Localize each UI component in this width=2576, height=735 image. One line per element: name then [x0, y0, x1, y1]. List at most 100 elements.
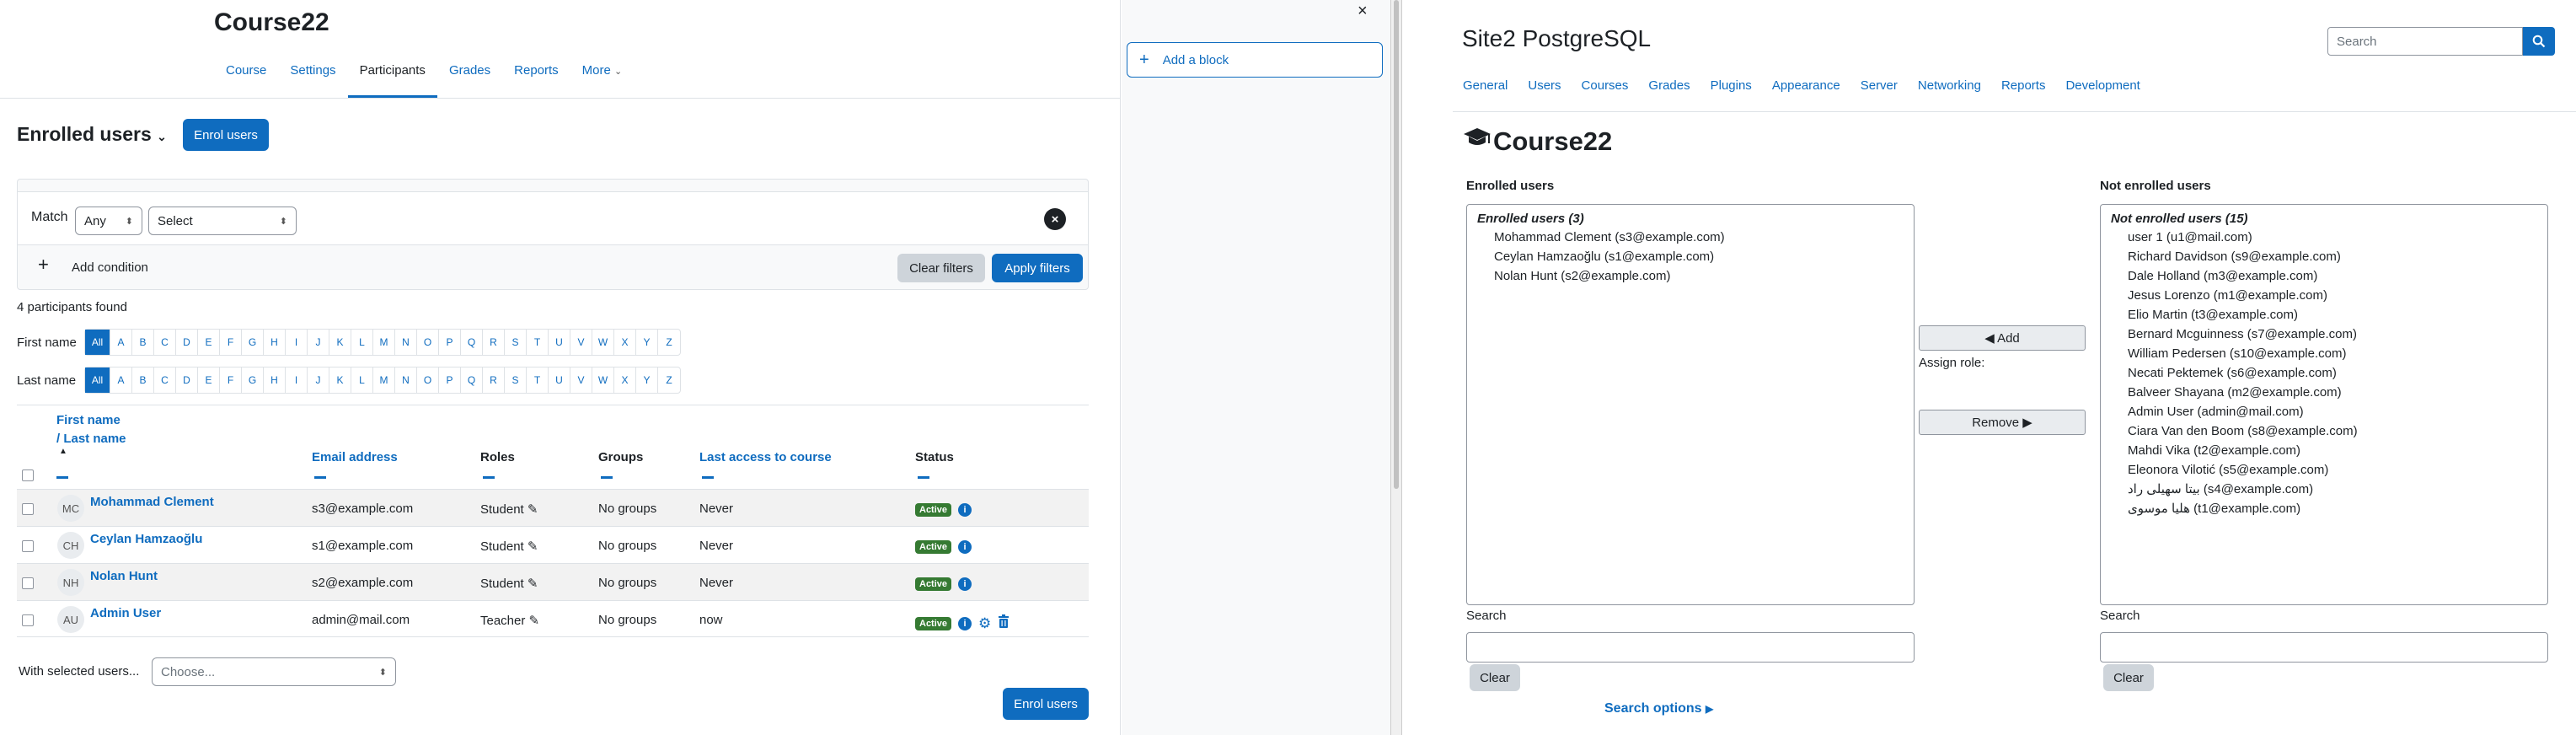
- info-icon[interactable]: i: [958, 616, 972, 630]
- first-initial-letter[interactable]: R: [483, 330, 505, 355]
- list-item[interactable]: Ceylan Hamzaoğlu (s1@example.com): [1477, 247, 1904, 266]
- last-initial-letter[interactable]: F: [220, 368, 242, 393]
- close-drawer-icon[interactable]: ×: [1358, 2, 1368, 21]
- tab-settings[interactable]: Settings: [278, 59, 347, 98]
- first-initial-letter[interactable]: L: [351, 330, 373, 355]
- info-icon[interactable]: i: [958, 577, 972, 591]
- last-initial-letter[interactable]: W: [592, 368, 614, 393]
- list-item[interactable]: Elio Martin (t3@example.com): [2111, 305, 2537, 325]
- first-initial-all[interactable]: All: [85, 330, 110, 355]
- first-initial-letter[interactable]: I: [286, 330, 308, 355]
- last-initial-letter[interactable]: C: [154, 368, 176, 393]
- first-initial-letter[interactable]: X: [614, 330, 636, 355]
- list-item[interactable]: Mohammad Clement (s3@example.com): [1477, 228, 1904, 247]
- last-initial-letter[interactable]: T: [527, 368, 549, 393]
- collapse-column-icon[interactable]: [483, 476, 495, 479]
- last-initial-letter[interactable]: Q: [461, 368, 483, 393]
- first-initial-letter[interactable]: S: [505, 330, 527, 355]
- tab-networking[interactable]: Networking: [1908, 74, 1991, 111]
- last-initial-letter[interactable]: O: [417, 368, 439, 393]
- first-initial-letter[interactable]: N: [395, 330, 417, 355]
- last-initial-letter[interactable]: B: [132, 368, 154, 393]
- list-item[interactable]: Richard Davidson (s9@example.com): [2111, 247, 2537, 266]
- user-name-link[interactable]: Mohammad Clement: [90, 495, 214, 509]
- first-initial-letter[interactable]: Y: [636, 330, 658, 355]
- enrolled-users-list[interactable]: Enrolled users (3) Mohammad Clement (s3@…: [1466, 204, 1915, 605]
- list-item[interactable]: بیتا سهیلی راد (s4@example.com): [2111, 480, 2537, 499]
- user-name-link[interactable]: Admin User: [90, 606, 161, 620]
- last-initial-letter[interactable]: M: [373, 368, 395, 393]
- enrol-users-button[interactable]: Enrol users: [183, 119, 269, 151]
- list-item[interactable]: user 1 (u1@mail.com): [2111, 228, 2537, 247]
- clear-filters-button[interactable]: Clear filters: [897, 254, 985, 282]
- first-initial-letter[interactable]: K: [329, 330, 351, 355]
- list-item[interactable]: Eleonora Vilotić (s5@example.com): [2111, 460, 2537, 480]
- last-initial-letter[interactable]: D: [176, 368, 198, 393]
- tab-reports[interactable]: Reports: [1991, 74, 2056, 111]
- tab-grades[interactable]: Grades: [437, 59, 502, 98]
- enrolled-clear-button[interactable]: Clear: [1470, 664, 1520, 691]
- first-initial-letter[interactable]: U: [549, 330, 570, 355]
- last-initial-letter[interactable]: N: [395, 368, 417, 393]
- column-last-name[interactable]: / Last name: [56, 432, 126, 446]
- last-initial-letter[interactable]: U: [549, 368, 570, 393]
- first-initial-letter[interactable]: M: [373, 330, 395, 355]
- last-initial-letter[interactable]: E: [198, 368, 220, 393]
- first-initial-letter[interactable]: G: [242, 330, 264, 355]
- first-initial-letter[interactable]: H: [264, 330, 286, 355]
- enrol-users-bottom-button[interactable]: Enrol users: [1003, 688, 1089, 720]
- row-checkbox[interactable]: [22, 614, 34, 626]
- tab-grades[interactable]: Grades: [1638, 74, 1700, 111]
- last-initial-letter[interactable]: H: [264, 368, 286, 393]
- info-icon[interactable]: i: [958, 540, 972, 554]
- add-block-button[interactable]: + Add a block: [1127, 42, 1383, 78]
- enrolled-users-heading[interactable]: Enrolled users ⌄: [17, 123, 167, 146]
- last-initial-letter[interactable]: L: [351, 368, 373, 393]
- list-item[interactable]: Ciara Van den Boom (s8@example.com): [2111, 421, 2537, 441]
- site-search-input[interactable]: Search: [2327, 27, 2523, 56]
- match-select[interactable]: Any ⬍: [75, 207, 142, 235]
- tab-reports[interactable]: Reports: [502, 59, 570, 98]
- last-initial-letter[interactable]: P: [439, 368, 461, 393]
- select-all-checkbox[interactable]: [22, 469, 34, 481]
- last-initial-letter[interactable]: G: [242, 368, 264, 393]
- column-last-access[interactable]: Last access to course: [699, 450, 832, 464]
- list-item[interactable]: هلیا موسوی (t1@example.com): [2111, 499, 2537, 518]
- user-name-link[interactable]: Nolan Hunt: [90, 569, 158, 583]
- pencil-icon[interactable]: ✎: [528, 502, 538, 517]
- not-enrolled-users-list[interactable]: Not enrolled users (15) user 1 (u1@mail.…: [2100, 204, 2548, 605]
- window-scrollbar[interactable]: [1390, 0, 1402, 735]
- search-icon[interactable]: [2523, 27, 2555, 56]
- last-initial-letter[interactable]: I: [286, 368, 308, 393]
- first-initial-letter[interactable]: D: [176, 330, 198, 355]
- pencil-icon[interactable]: ✎: [528, 539, 538, 554]
- list-item[interactable]: Admin User (admin@mail.com): [2111, 402, 2537, 421]
- pencil-icon[interactable]: ✎: [528, 577, 538, 591]
- apply-filters-button[interactable]: Apply filters: [992, 254, 1083, 282]
- add-user-button[interactable]: ◀ Add: [1919, 325, 2086, 351]
- collapse-column-icon[interactable]: [314, 476, 326, 479]
- tab-plugins[interactable]: Plugins: [1700, 74, 1762, 111]
- collapse-column-icon[interactable]: [601, 476, 613, 479]
- column-email[interactable]: Email address: [312, 450, 398, 464]
- tab-server[interactable]: Server: [1850, 74, 1908, 111]
- last-initial-letter[interactable]: S: [505, 368, 527, 393]
- collapse-column-icon[interactable]: [702, 476, 714, 479]
- first-initial-letter[interactable]: C: [154, 330, 176, 355]
- collapse-column-icon[interactable]: [918, 476, 929, 479]
- add-condition-link[interactable]: Add condition: [72, 260, 148, 275]
- column-first-name[interactable]: First name: [56, 413, 120, 427]
- enrolled-search-input[interactable]: [1466, 632, 1915, 663]
- list-item[interactable]: Bernard Mcguinness (s7@example.com): [2111, 325, 2537, 344]
- first-initial-letter[interactable]: Z: [658, 330, 680, 355]
- not-enrolled-search-input[interactable]: [2100, 632, 2548, 663]
- list-item[interactable]: Balveer Shayana (m2@example.com): [2111, 383, 2537, 402]
- tab-users[interactable]: Users: [1518, 74, 1571, 111]
- tab-general[interactable]: General: [1453, 74, 1518, 111]
- search-options-toggle[interactable]: Search options ▶: [1604, 701, 1713, 716]
- row-checkbox[interactable]: [22, 577, 34, 589]
- first-initial-letter[interactable]: Q: [461, 330, 483, 355]
- row-checkbox[interactable]: [22, 503, 34, 515]
- tab-courses[interactable]: Courses: [1572, 74, 1639, 111]
- first-initial-letter[interactable]: T: [527, 330, 549, 355]
